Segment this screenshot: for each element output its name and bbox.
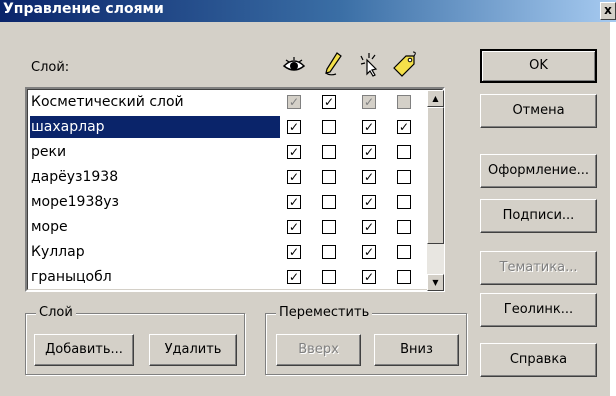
visible-checkbox[interactable]: ✓: [287, 245, 301, 259]
layer-name[interactable]: Косметический слой: [30, 91, 280, 113]
select-icon: [358, 50, 380, 81]
theme-button: Тематика...: [480, 251, 597, 285]
add-layer-button[interactable]: Добавить...: [34, 334, 134, 366]
labeled-checkbox[interactable]: [397, 270, 411, 284]
layer-list-inner: Косметический слой ✓ ✓ ✓ шахарлар ✓ ✓ ✓ реки ✓ ✓ да…: [27, 89, 444, 291]
selectable-checkbox: ✓: [362, 95, 376, 109]
selectable-checkbox[interactable]: ✓: [362, 270, 376, 284]
title-bar[interactable]: Управление слоями x: [0, 0, 616, 22]
editable-checkbox[interactable]: ✓: [322, 95, 336, 109]
layer-row[interactable]: дарёуз1938 ✓ ✓: [28, 165, 426, 190]
selectable-checkbox[interactable]: ✓: [362, 145, 376, 159]
move-group-title: Переместить: [276, 305, 373, 320]
layer-name[interactable]: Куллар: [30, 241, 280, 263]
layer-group: Слой Добавить... Удалить: [25, 305, 245, 375]
scroll-down-button[interactable]: ▼: [427, 274, 444, 291]
layer-row[interactable]: граныцобл ✓ ✓: [28, 265, 426, 290]
window-title: Управление слоями: [3, 1, 164, 17]
layer-row[interactable]: море1938уз ✓ ✓: [28, 190, 426, 215]
move-up-button: Вверх: [276, 334, 361, 366]
label-tag-icon: [392, 50, 418, 81]
close-button[interactable]: x: [600, 2, 616, 20]
layer-name[interactable]: дарёуз1938: [30, 166, 280, 188]
editable-checkbox[interactable]: [322, 145, 336, 159]
visible-checkbox[interactable]: ✓: [287, 120, 301, 134]
layer-list[interactable]: Косметический слой ✓ ✓ ✓ шахарлар ✓ ✓ ✓ реки ✓ ✓ да…: [25, 87, 445, 292]
pencil-icon: [322, 50, 344, 81]
labeled-checkbox[interactable]: [397, 245, 411, 259]
visible-checkbox[interactable]: ✓: [287, 195, 301, 209]
design-button[interactable]: Оформление...: [480, 154, 597, 188]
layer-row[interactable]: Косметический слой ✓ ✓ ✓: [28, 90, 426, 115]
labeled-checkbox[interactable]: [397, 220, 411, 234]
help-button[interactable]: Справка: [480, 343, 597, 377]
delete-layer-button[interactable]: Удалить: [149, 334, 237, 366]
editable-checkbox[interactable]: [322, 270, 336, 284]
labeled-checkbox: [397, 95, 411, 109]
move-group: Переместить Вверх Вниз: [265, 305, 467, 375]
visible-checkbox[interactable]: ✓: [287, 145, 301, 159]
editable-checkbox[interactable]: [322, 170, 336, 184]
window-edge: [610, 22, 616, 396]
editable-checkbox[interactable]: [322, 220, 336, 234]
visible-checkbox[interactable]: ✓: [287, 170, 301, 184]
visible-checkbox: ✓: [287, 95, 301, 109]
layer-name[interactable]: граныцобл: [30, 266, 280, 288]
ok-button[interactable]: OK: [480, 49, 597, 83]
visible-checkbox[interactable]: ✓: [287, 270, 301, 284]
labeled-checkbox[interactable]: ✓: [397, 120, 411, 134]
labeled-checkbox[interactable]: [397, 145, 411, 159]
layer-row[interactable]: Куллар ✓ ✓: [28, 240, 426, 265]
labels-button[interactable]: Подписи...: [480, 199, 597, 233]
vertical-scrollbar[interactable]: ▲ ▼: [427, 90, 444, 291]
layers-label: Слой:: [31, 60, 70, 75]
layer-row[interactable]: шахарлар ✓ ✓ ✓: [28, 115, 426, 140]
layer-group-title: Слой: [36, 305, 76, 320]
editable-checkbox[interactable]: [322, 245, 336, 259]
visible-checkbox[interactable]: ✓: [287, 220, 301, 234]
selectable-checkbox[interactable]: ✓: [362, 195, 376, 209]
move-down-button[interactable]: Вниз: [374, 334, 459, 366]
labeled-checkbox[interactable]: [397, 195, 411, 209]
scroll-up-button[interactable]: ▲: [427, 90, 444, 107]
eye-icon: [282, 50, 306, 81]
cancel-button[interactable]: Отмена: [480, 94, 597, 128]
layer-row[interactable]: реки ✓ ✓: [28, 140, 426, 165]
selectable-checkbox[interactable]: ✓: [362, 120, 376, 134]
layer-control-dialog: Управление слоями x Слой: Косметический …: [0, 0, 616, 396]
editable-checkbox[interactable]: [322, 120, 336, 134]
selectable-checkbox[interactable]: ✓: [362, 245, 376, 259]
layer-name[interactable]: реки: [30, 141, 280, 163]
editable-checkbox[interactable]: [322, 195, 336, 209]
scroll-thumb[interactable]: [427, 107, 444, 244]
layer-name[interactable]: море: [30, 216, 280, 238]
layer-row[interactable]: море ✓ ✓: [28, 215, 426, 240]
selectable-checkbox[interactable]: ✓: [362, 220, 376, 234]
geolink-button[interactable]: Геолинк...: [480, 293, 597, 327]
labeled-checkbox[interactable]: [397, 170, 411, 184]
layer-name[interactable]: море1938уз: [30, 191, 280, 213]
layer-name[interactable]: шахарлар: [30, 116, 280, 138]
selectable-checkbox[interactable]: ✓: [362, 170, 376, 184]
